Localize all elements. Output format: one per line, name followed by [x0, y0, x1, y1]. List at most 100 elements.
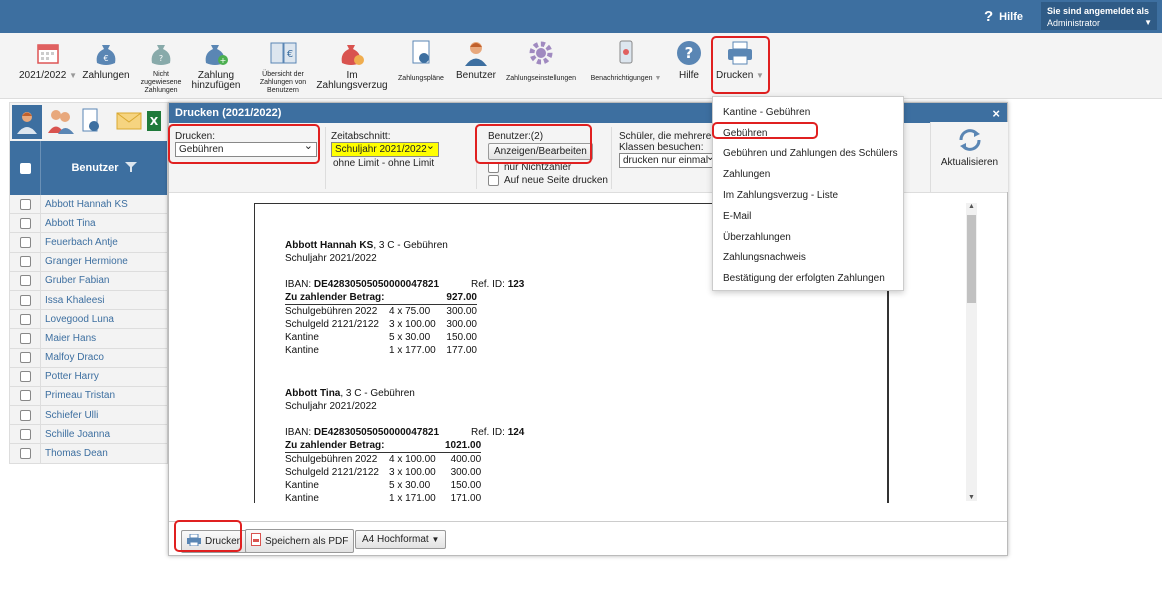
select-all-checkbox[interactable] [19, 162, 31, 174]
user-row[interactable]: Abbott Hannah KS [10, 195, 167, 215]
menu-item[interactable]: E-Mail [713, 206, 903, 227]
zahlungen-button[interactable]: € Zahlungen [82, 39, 130, 81]
user-row[interactable]: Thomas Dean [10, 444, 167, 464]
user-row[interactable]: Schiefer Ulli [10, 406, 167, 426]
user-checkbox[interactable] [19, 217, 31, 229]
filter-icon[interactable] [124, 161, 137, 176]
group-icon[interactable] [46, 107, 76, 138]
menu-item[interactable]: Zahlungen [713, 164, 903, 185]
user-checkbox[interactable] [19, 352, 31, 364]
user-checkbox[interactable] [19, 313, 31, 325]
preview-scrollbar[interactable]: ▲ ▼ [966, 203, 977, 501]
menu-item[interactable]: Zahlungsnachweis [713, 248, 903, 269]
user-column-header[interactable]: Benutzer [71, 162, 118, 174]
user-checkbox[interactable] [19, 428, 31, 440]
user-name[interactable]: Thomas Dean [41, 448, 108, 459]
school-year: Schuljahr 2021/2022 [285, 253, 377, 264]
zahlungsverzug-button[interactable]: Im Zahlungsverzug [316, 39, 388, 91]
aktualisieren-button[interactable]: Aktualisieren [930, 122, 1008, 192]
drucken-select-highlight [168, 124, 320, 164]
user-name[interactable]: Feuerbach Antje [41, 237, 118, 248]
pdf-icon [251, 533, 261, 549]
user-row[interactable]: Potter Harry [10, 367, 167, 387]
hilfe-button[interactable]: ? Hilfe [672, 39, 706, 81]
user-row[interactable]: Granger Hermione [10, 252, 167, 272]
user-checkbox[interactable] [19, 371, 31, 383]
gear-icon [527, 39, 555, 67]
menu-item[interactable]: Überzahlungen [713, 227, 903, 248]
fee-table: Zu zahlender Betrag: 1021.00 Schulgebühren… [285, 440, 482, 503]
help-link[interactable]: ? Hilfe [984, 8, 1023, 25]
user-row[interactable]: Maier Hans [10, 329, 167, 349]
refresh-icon [931, 126, 1008, 157]
zahlungsplaene-button[interactable]: Zahlungspläne [395, 39, 447, 83]
user-checkbox[interactable] [19, 332, 31, 344]
help-icon: ? [675, 39, 703, 67]
user-name[interactable]: Granger Hermione [41, 256, 128, 267]
benutzer-button[interactable]: Benutzer [455, 39, 497, 81]
user-name[interactable]: Issa Khaleesi [41, 295, 104, 306]
footer-drucken-highlight [174, 520, 242, 552]
schueler-select[interactable]: drucken nur einmal [619, 150, 719, 168]
user-menu[interactable]: Sie sind angemeldet als Administrator ▼ [1041, 2, 1157, 30]
fee-line: Schulgeld 2121/2122 3 x 100.00 300.00 [285, 319, 477, 330]
excel-icon[interactable]: X [146, 109, 162, 136]
user-checkbox[interactable] [19, 390, 31, 402]
save-pdf-button[interactable]: Speichern als PDF [245, 529, 355, 553]
scrollbar-thumb[interactable] [967, 215, 976, 303]
user-row[interactable]: Abbott Tina [10, 214, 167, 234]
neue-seite-checkbox[interactable] [488, 175, 499, 186]
user-checkbox[interactable] [19, 256, 31, 268]
benachrichtigungen-button[interactable]: Benachrichtigungen ▼ [587, 39, 665, 83]
user-row[interactable]: Malfoy Draco [10, 348, 167, 368]
user-checkbox[interactable] [19, 294, 31, 306]
top-bar: ? Hilfe Sie sind angemeldet als Administr… [0, 0, 1162, 33]
user-name[interactable]: Primeau Tristan [41, 390, 115, 401]
user-row[interactable]: Issa Khaleesi [10, 290, 167, 311]
iban: DE42830505050000047821 [313, 279, 440, 290]
user-checkbox[interactable] [19, 275, 31, 287]
svg-text:X: X [150, 115, 159, 128]
user-view-icon[interactable] [12, 105, 42, 139]
user-name[interactable]: Malfoy Draco [41, 352, 104, 363]
zahlungseinstellungen-button[interactable]: Zahlungseinstellungen [503, 39, 579, 83]
user-list-panel: X Benutzer Abbott Hannah KS Abbott Tina Fe… [9, 102, 168, 464]
uebersicht-button[interactable]: € Übersicht der Zahlungen von Benutzern [255, 39, 311, 95]
user-name[interactable]: Abbott Hannah KS [41, 199, 128, 210]
user-checkbox[interactable] [19, 198, 31, 210]
user-name[interactable]: Potter Harry [41, 371, 99, 382]
user-name[interactable]: Schiefer Ulli [41, 410, 98, 421]
zahlung-hinzufuegen-button[interactable]: + Zahlung hinzufügen [190, 39, 242, 91]
menu-item[interactable]: Kantine - Gebühren [713, 102, 903, 123]
schueler-label: Schüler, die mehrere [619, 131, 712, 142]
mail-icon[interactable] [116, 111, 142, 134]
total-amount: 927.00 [446, 292, 477, 303]
user-checkbox[interactable] [19, 236, 31, 248]
user-name[interactable]: Gruber Fabian [41, 275, 109, 286]
menu-item[interactable]: Im Zahlungsverzug - Liste [713, 185, 903, 206]
menu-item[interactable]: Gebühren und Zahlungen des Schülers [713, 144, 903, 165]
year-selector[interactable]: 2021/2022 ▼ [18, 39, 78, 81]
zeitabschnitt-select[interactable]: Schuljahr 2021/2022 [331, 139, 439, 157]
page-format-dropdown[interactable]: A4 Hochformat ▼ [355, 530, 447, 549]
document-euro-icon[interactable] [80, 107, 102, 138]
close-icon[interactable]: × [992, 106, 1000, 121]
logged-in-user: Administrator [1047, 18, 1101, 28]
user-name[interactable]: Abbott Tina [41, 218, 96, 229]
user-name[interactable]: Maier Hans [41, 333, 96, 344]
nicht-zugewiesene-button[interactable]: ? Nicht zugewiesene Zahlungen [138, 39, 184, 95]
user-list: Abbott Hannah KS Abbott Tina Feuerbach Ant… [10, 195, 167, 464]
total-amount: 1021.00 [445, 440, 482, 451]
user-checkbox[interactable] [19, 448, 31, 460]
menu-item[interactable]: Bestätigung der erfolgten Zahlungen [713, 268, 903, 289]
user-checkbox[interactable] [19, 409, 31, 421]
user-row[interactable]: Gruber Fabian [10, 271, 167, 291]
user-row[interactable]: Schille Joanna [10, 425, 167, 445]
svg-text:€: € [287, 49, 293, 60]
user-name[interactable]: Lovegood Luna [41, 314, 114, 325]
user-row[interactable]: Lovegood Luna [10, 310, 167, 330]
fee-line: Kantine 5 x 30.00 150.00 [285, 332, 477, 343]
user-row[interactable]: Feuerbach Antje [10, 233, 167, 253]
user-row[interactable]: Primeau Tristan [10, 386, 167, 407]
user-name[interactable]: Schille Joanna [41, 429, 110, 440]
